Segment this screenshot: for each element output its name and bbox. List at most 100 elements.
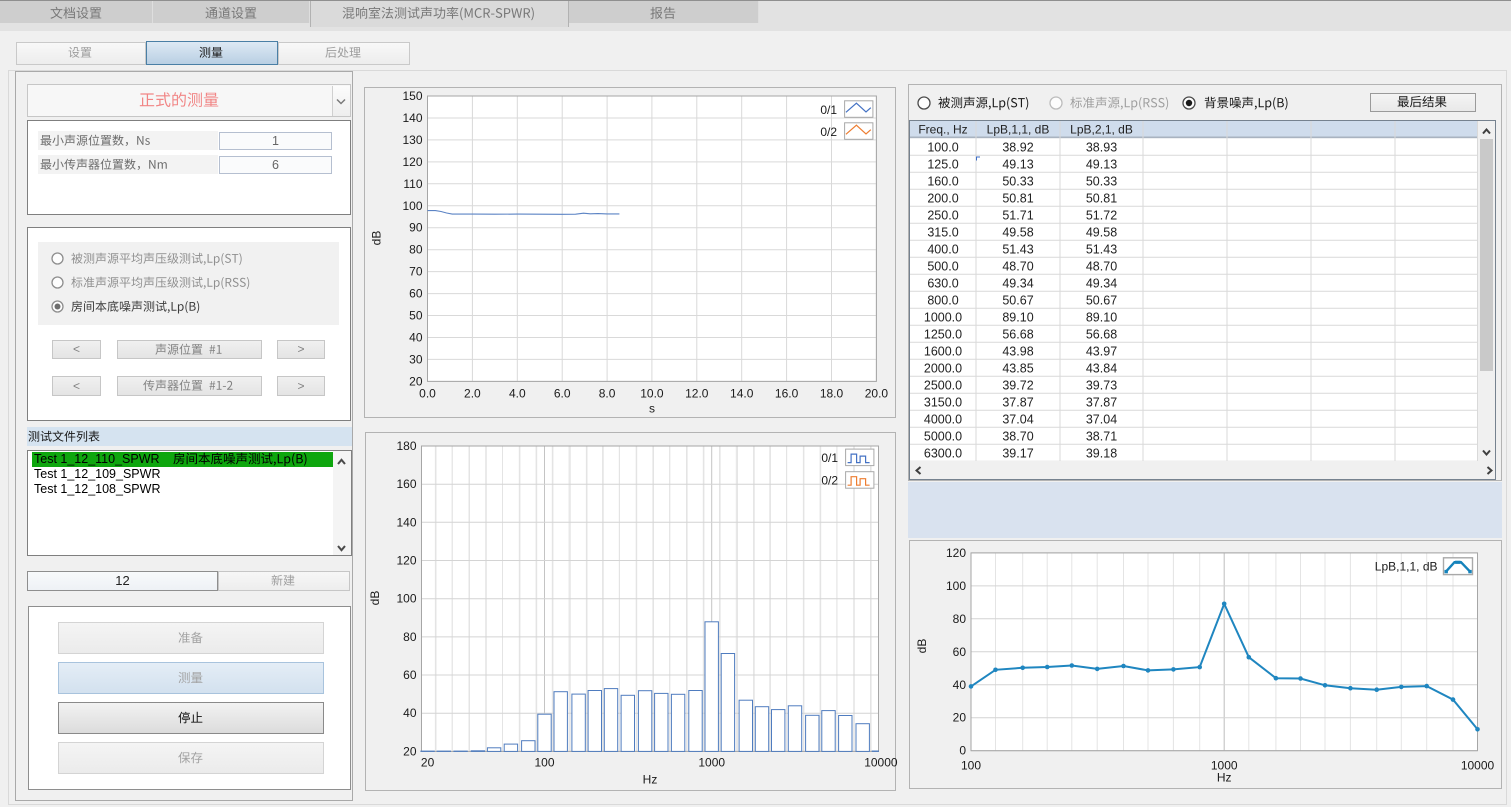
svg-text:0: 0 xyxy=(959,743,966,757)
svg-text:LpB,2,1, dB: LpB,2,1, dB xyxy=(1070,123,1133,137)
svg-text:6300.0: 6300.0 xyxy=(924,446,962,460)
svg-text:130: 130 xyxy=(402,133,422,147)
svg-text:120: 120 xyxy=(396,554,416,568)
svg-text:8.0: 8.0 xyxy=(599,386,616,400)
svg-text:400.0: 400.0 xyxy=(927,242,958,256)
svg-text:1000.0: 1000.0 xyxy=(924,310,962,324)
svg-text:49.58: 49.58 xyxy=(1086,225,1117,239)
svg-text:s: s xyxy=(649,401,655,415)
svg-text:0/2: 0/2 xyxy=(821,474,838,488)
svg-text:37.04: 37.04 xyxy=(1086,412,1117,426)
svg-text:80: 80 xyxy=(403,630,417,644)
svg-text:160: 160 xyxy=(396,477,416,491)
svg-text:12.0: 12.0 xyxy=(685,386,709,400)
svg-text:LpB,1,1, dB: LpB,1,1, dB xyxy=(1374,559,1437,573)
svg-text:38.93: 38.93 xyxy=(1086,140,1117,154)
svg-text:100.0: 100.0 xyxy=(927,140,958,154)
svg-text:14.0: 14.0 xyxy=(730,386,754,400)
svg-text:49.13: 49.13 xyxy=(1086,157,1117,171)
svg-text:120: 120 xyxy=(945,545,965,559)
svg-text:Hz: Hz xyxy=(642,772,657,786)
svg-text:49.34: 49.34 xyxy=(1002,276,1033,290)
svg-text:50.67: 50.67 xyxy=(1002,293,1033,307)
svg-text:39.17: 39.17 xyxy=(1002,446,1033,460)
svg-text:10000: 10000 xyxy=(864,755,898,769)
svg-text:51.71: 51.71 xyxy=(1002,208,1033,222)
svg-text:1000: 1000 xyxy=(698,755,725,769)
svg-text:40: 40 xyxy=(409,331,423,345)
svg-text:48.70: 48.70 xyxy=(1002,259,1033,273)
svg-text:dB: dB xyxy=(370,231,384,246)
svg-text:20: 20 xyxy=(420,755,434,769)
svg-text:60: 60 xyxy=(952,644,966,658)
svg-text:500.0: 500.0 xyxy=(927,259,958,273)
svg-text:38.70: 38.70 xyxy=(1002,429,1033,443)
svg-text:2000.0: 2000.0 xyxy=(924,361,962,375)
svg-text:30: 30 xyxy=(409,352,423,366)
svg-text:60: 60 xyxy=(409,287,423,301)
svg-text:180: 180 xyxy=(396,439,416,453)
svg-text:49.58: 49.58 xyxy=(1002,225,1033,239)
svg-text:43.98: 43.98 xyxy=(1002,344,1033,358)
svg-text:10.0: 10.0 xyxy=(640,386,664,400)
svg-text:20.0: 20.0 xyxy=(865,386,889,400)
svg-text:39.73: 39.73 xyxy=(1086,378,1117,392)
svg-text:200.0: 200.0 xyxy=(927,191,958,205)
svg-text:100: 100 xyxy=(960,758,980,772)
svg-text:51.72: 51.72 xyxy=(1086,208,1117,222)
svg-text:16.0: 16.0 xyxy=(775,386,799,400)
svg-text:10000: 10000 xyxy=(1460,758,1494,772)
svg-text:60: 60 xyxy=(403,668,417,682)
svg-text:315.0: 315.0 xyxy=(927,225,958,239)
svg-text:Hz: Hz xyxy=(1216,770,1231,784)
svg-text:50.81: 50.81 xyxy=(1086,191,1117,205)
svg-text:4000.0: 4000.0 xyxy=(924,412,962,426)
svg-text:50.81: 50.81 xyxy=(1002,191,1033,205)
svg-text:50.33: 50.33 xyxy=(1086,174,1117,188)
svg-text:37.87: 37.87 xyxy=(1086,395,1117,409)
svg-text:100: 100 xyxy=(396,592,416,606)
svg-text:0/1: 0/1 xyxy=(820,103,837,117)
svg-text:43.85: 43.85 xyxy=(1002,361,1033,375)
svg-text:4.0: 4.0 xyxy=(509,386,526,400)
svg-text:89.10: 89.10 xyxy=(1086,310,1117,324)
svg-text:20: 20 xyxy=(952,710,966,724)
svg-text:120: 120 xyxy=(402,155,422,169)
svg-text:630.0: 630.0 xyxy=(927,276,958,290)
svg-text:1600.0: 1600.0 xyxy=(924,344,962,358)
svg-text:100: 100 xyxy=(534,755,554,769)
svg-text:2500.0: 2500.0 xyxy=(924,378,962,392)
svg-text:39.18: 39.18 xyxy=(1086,446,1117,460)
svg-text:51.43: 51.43 xyxy=(1002,242,1033,256)
svg-text:43.97: 43.97 xyxy=(1086,344,1117,358)
svg-text:38.71: 38.71 xyxy=(1086,429,1117,443)
svg-text:140: 140 xyxy=(402,111,422,125)
svg-text:50.67: 50.67 xyxy=(1086,293,1117,307)
svg-text:20: 20 xyxy=(403,744,417,758)
svg-text:1250.0: 1250.0 xyxy=(924,327,962,341)
svg-text:39.72: 39.72 xyxy=(1002,378,1033,392)
svg-text:50.33: 50.33 xyxy=(1002,174,1033,188)
svg-text:2.0: 2.0 xyxy=(464,386,481,400)
svg-text:0/2: 0/2 xyxy=(820,125,837,139)
svg-text:80: 80 xyxy=(952,611,966,625)
svg-text:dB: dB xyxy=(368,591,382,606)
svg-text:100: 100 xyxy=(402,199,422,213)
svg-text:150: 150 xyxy=(402,89,422,103)
svg-text:56.68: 56.68 xyxy=(1086,327,1117,341)
svg-text:3150.0: 3150.0 xyxy=(924,395,962,409)
svg-text:6.0: 6.0 xyxy=(554,386,571,400)
svg-text:89.10: 89.10 xyxy=(1002,310,1033,324)
svg-text:800.0: 800.0 xyxy=(927,293,958,307)
svg-text:49.34: 49.34 xyxy=(1086,276,1117,290)
svg-text:18.0: 18.0 xyxy=(820,386,844,400)
svg-text:38.92: 38.92 xyxy=(1002,140,1033,154)
svg-text:dB: dB xyxy=(915,638,929,653)
svg-text:110: 110 xyxy=(403,177,422,191)
svg-text:LpB,1,1, dB: LpB,1,1, dB xyxy=(987,123,1050,137)
svg-text:100: 100 xyxy=(945,578,965,592)
svg-text:Freq., Hz: Freq., Hz xyxy=(918,123,967,137)
svg-text:50: 50 xyxy=(409,309,423,323)
svg-text:0/1: 0/1 xyxy=(821,451,838,465)
svg-text:125.0: 125.0 xyxy=(927,157,958,171)
